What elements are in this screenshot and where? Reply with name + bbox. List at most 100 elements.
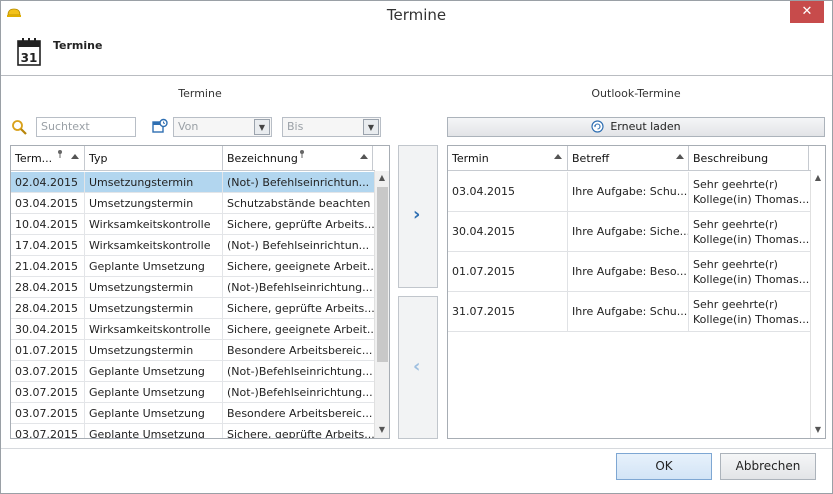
column-header-typ[interactable]: Typ: [85, 146, 223, 171]
table-cell: Wirksamkeitskontrolle: [85, 235, 223, 256]
table-cell: 31.07.2015: [448, 292, 568, 332]
chevron-down-icon[interactable]: ▼: [363, 119, 379, 135]
sort-ascending-icon: [676, 154, 684, 159]
sort-ascending-icon: [360, 154, 368, 159]
table-cell: Sehr geehrte(r) Kollege(in) Thomas...: [689, 292, 811, 332]
table-cell: Sichere, geprüfte Arbeits...: [223, 424, 375, 438]
outlook-grid-header: Termin Betreff Beschreibung: [448, 146, 811, 171]
search-icon: [12, 120, 27, 135]
scroll-down-icon[interactable]: ▼: [375, 423, 389, 437]
scroll-thumb[interactable]: [377, 187, 388, 362]
table-cell: 30.04.2015: [448, 212, 568, 252]
scroll-up-icon[interactable]: ▲: [811, 171, 825, 185]
scroll-down-icon[interactable]: ▼: [811, 423, 825, 437]
table-cell: 03.07.2015: [11, 382, 85, 403]
table-cell: Geplante Umsetzung: [85, 403, 223, 424]
table-cell: 03.07.2015: [11, 361, 85, 382]
cell-text: Kollege(in) Thomas...: [693, 273, 810, 286]
table-cell: (Not-)Befehlseinrichtung...: [223, 361, 375, 382]
table-cell: Geplante Umsetzung: [85, 361, 223, 382]
refresh-icon: [591, 120, 604, 133]
calendar-icon-number: 31: [21, 51, 38, 65]
transfer-right-button[interactable]: ›: [398, 145, 438, 288]
cell-text: Ihre Aufgabe: Beso...: [572, 265, 687, 278]
table-row[interactable]: 03.07.2015 Geplante Umsetzung Sichere, gep…: [11, 424, 375, 438]
chevron-left-icon: ‹: [413, 356, 421, 377]
table-row[interactable]: 31.07.2015 Ihre Aufgabe: Schu... Sehr geeh…: [448, 292, 811, 332]
termine-vertical-scrollbar[interactable]: ▲ ▼: [374, 171, 389, 438]
cell-text: 30.04.2015: [452, 225, 515, 238]
filter-pin-icon: [58, 150, 62, 158]
table-cell: Sehr geehrte(r) Kollege(in) Thomas...: [689, 172, 811, 212]
column-header-termin[interactable]: Term...: [11, 146, 85, 171]
table-cell: Sichere, geprüfte Arbeits...: [223, 214, 375, 235]
table-cell: Geplante Umsetzung: [85, 382, 223, 403]
termine-grid-header: Term... Typ Bezeichnung: [11, 146, 375, 171]
table-cell: Sichere, geeignete Arbeit...: [223, 319, 375, 340]
reload-button[interactable]: Erneut laden: [447, 117, 825, 137]
table-row[interactable]: 03.07.2015 Geplante Umsetzung (Not-)Befehl…: [11, 382, 375, 403]
bis-date-combo[interactable]: Bis ▼: [282, 117, 381, 137]
table-cell: Umsetzungstermin: [85, 277, 223, 298]
cell-text: Sehr geehrte(r): [693, 258, 778, 271]
table-row[interactable]: 01.07.2015 Ihre Aufgabe: Beso... Sehr geeh…: [448, 252, 811, 292]
table-cell: 17.04.2015: [11, 235, 85, 256]
column-header-beschreibung[interactable]: Beschreibung: [689, 146, 809, 171]
footer-divider: [1, 448, 832, 449]
cell-text: 03.04.2015: [452, 185, 515, 198]
cell-text: Sehr geehrte(r): [693, 298, 778, 311]
table-cell: Ihre Aufgabe: Schu...: [568, 172, 689, 212]
table-cell: Besondere Arbeitsbereic...: [223, 340, 375, 361]
table-row[interactable]: 30.04.2015 Ihre Aufgabe: Siche... Sehr gee…: [448, 212, 811, 252]
header-title: Termine: [53, 39, 103, 52]
table-cell: (Not-)Befehlseinrichtung...: [223, 382, 375, 403]
cell-text: Ihre Aufgabe: Schu...: [572, 305, 688, 318]
table-cell: Umsetzungstermin: [85, 193, 223, 214]
table-row[interactable]: 03.04.2015 Umsetzungstermin Schutzabstände…: [11, 193, 375, 214]
filter-pin-icon: [300, 150, 304, 158]
table-cell: Geplante Umsetzung: [85, 424, 223, 438]
table-row[interactable]: 17.04.2015 Wirksamkeitskontrolle (Not-) Be…: [11, 235, 375, 256]
table-cell: Sichere, geprüfte Arbeits...: [223, 298, 375, 319]
table-row[interactable]: 10.04.2015 Wirksamkeitskontrolle Sichere, …: [11, 214, 375, 235]
close-button[interactable]: ✕: [790, 1, 824, 23]
chevron-down-icon[interactable]: ▼: [254, 119, 270, 135]
right-section-title: Outlook-Termine: [591, 87, 681, 100]
ok-button[interactable]: OK: [616, 453, 712, 480]
termine-grid: Term... Typ Bezeichnung 02.04.2015 Umsetz…: [10, 145, 390, 439]
table-row[interactable]: 02.04.2015 Umsetzungstermin (Not-) Befehls…: [11, 172, 375, 193]
table-cell: Ihre Aufgabe: Beso...: [568, 252, 689, 292]
search-input[interactable]: Suchtext: [36, 117, 136, 137]
column-header-betreff[interactable]: Betreff: [568, 146, 689, 171]
table-cell: 10.04.2015: [11, 214, 85, 235]
von-placeholder: Von: [178, 120, 199, 133]
cell-text: Ihre Aufgabe: Siche...: [572, 225, 689, 238]
table-row[interactable]: 21.04.2015 Geplante Umsetzung Sichere, gee…: [11, 256, 375, 277]
transfer-left-button[interactable]: ‹: [398, 296, 438, 439]
column-header-label: Term...: [15, 152, 53, 165]
table-row[interactable]: 03.04.2015 Ihre Aufgabe: Schu... Sehr geeh…: [448, 172, 811, 212]
von-date-combo[interactable]: Von ▼: [173, 117, 272, 137]
table-row[interactable]: 01.07.2015 Umsetzungstermin Besondere Arbe…: [11, 340, 375, 361]
cell-text: Kollege(in) Thomas...: [693, 233, 810, 246]
outlook-vertical-scrollbar[interactable]: ▲ ▼: [810, 171, 825, 438]
table-cell: Umsetzungstermin: [85, 340, 223, 361]
table-row[interactable]: 28.04.2015 Umsetzungstermin Sichere, geprü…: [11, 298, 375, 319]
table-row[interactable]: 03.07.2015 Geplante Umsetzung Besondere Ar…: [11, 403, 375, 424]
scroll-up-icon[interactable]: ▲: [375, 171, 389, 185]
column-header-termin[interactable]: Termin: [448, 146, 568, 171]
column-header-bezeichnung[interactable]: Bezeichnung: [223, 146, 373, 171]
table-cell: 02.04.2015: [11, 172, 85, 193]
table-row[interactable]: 28.04.2015 Umsetzungstermin (Not-)Befehlse…: [11, 277, 375, 298]
column-header-label: Bezeichnung: [227, 152, 298, 165]
table-cell: 28.04.2015: [11, 277, 85, 298]
table-cell: 21.04.2015: [11, 256, 85, 277]
date-filter-icon[interactable]: [151, 118, 169, 136]
cell-text: Kollege(in) Thomas...: [693, 313, 810, 326]
table-cell: 03.07.2015: [11, 403, 85, 424]
table-row[interactable]: 30.04.2015 Wirksamkeitskontrolle Sichere, …: [11, 319, 375, 340]
cancel-button[interactable]: Abbrechen: [720, 453, 816, 480]
table-row[interactable]: 03.07.2015 Geplante Umsetzung (Not-)Befehl…: [11, 361, 375, 382]
table-cell: Ihre Aufgabe: Schu...: [568, 292, 689, 332]
table-cell: Sehr geehrte(r) Kollege(in) Thomas...: [689, 252, 811, 292]
